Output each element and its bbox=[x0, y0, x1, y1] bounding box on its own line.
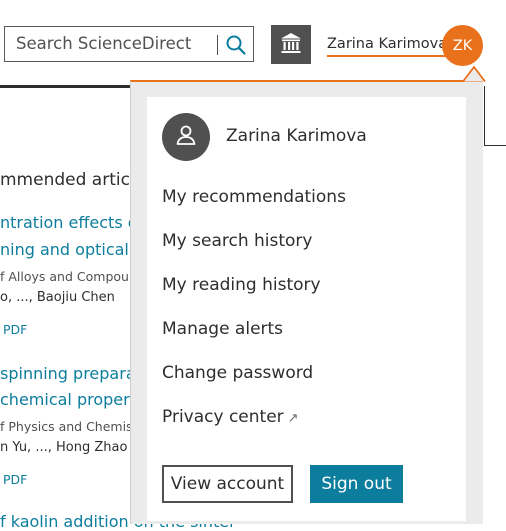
account-menu-panel bbox=[147, 97, 466, 521]
menu-item-privacy-center[interactable]: Privacy center ↗ bbox=[162, 407, 299, 427]
menu-item-search-history[interactable]: My search history bbox=[162, 231, 312, 251]
user-initials: ZK bbox=[452, 37, 473, 54]
article-pdf-link[interactable]: PDF bbox=[3, 472, 27, 487]
user-avatar-button[interactable]: ZK bbox=[442, 25, 483, 66]
institution-icon bbox=[279, 31, 303, 59]
article-authors: n Yu, ..., Hong Zhao bbox=[0, 440, 128, 455]
popover-arrow bbox=[461, 65, 487, 83]
search-placeholder: Search ScienceDirect bbox=[16, 34, 192, 53]
menu-item-manage-alerts[interactable]: Manage alerts bbox=[162, 319, 283, 339]
article-pdf-link[interactable]: PDF bbox=[3, 322, 27, 337]
profile-avatar bbox=[162, 113, 210, 161]
header-divider bbox=[0, 85, 130, 88]
privacy-center-label: Privacy center bbox=[162, 407, 284, 427]
content-border-vertical bbox=[484, 86, 485, 146]
menu-item-recommendations[interactable]: My recommendations bbox=[162, 187, 346, 207]
profile-name: Zarina Karimova bbox=[226, 126, 367, 146]
sign-out-button[interactable]: Sign out bbox=[310, 465, 403, 503]
external-link-icon: ↗ bbox=[287, 411, 299, 426]
menu-item-reading-history[interactable]: My reading history bbox=[162, 275, 321, 295]
institution-button[interactable] bbox=[271, 25, 311, 64]
search-divider bbox=[217, 35, 218, 55]
view-account-button[interactable]: View account bbox=[162, 465, 293, 503]
user-menu-link[interactable]: Zarina Karimova bbox=[327, 36, 448, 57]
user-icon bbox=[174, 123, 198, 151]
article-authors: o, ..., Baojiu Chen bbox=[0, 290, 115, 305]
menu-item-change-password[interactable]: Change password bbox=[162, 363, 313, 383]
search-icon[interactable] bbox=[225, 34, 247, 56]
content-border-horizontal bbox=[484, 145, 506, 146]
search-input[interactable]: Search ScienceDirect bbox=[4, 26, 254, 62]
article-journal: f Alloys and Compounds bbox=[0, 269, 152, 284]
